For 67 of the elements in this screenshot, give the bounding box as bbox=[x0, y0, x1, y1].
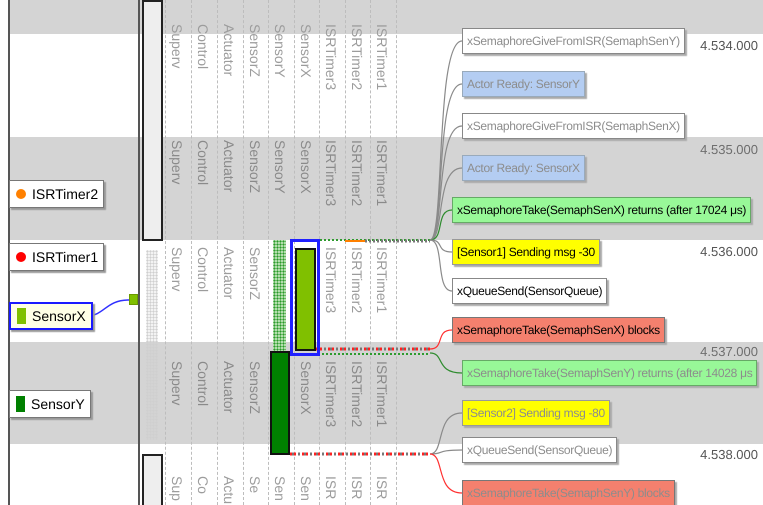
lane-label: Co bbox=[194, 476, 212, 494]
time-label: 4.538.000 bbox=[700, 447, 758, 463]
lane-label: Actuator bbox=[220, 247, 238, 300]
lane-label: ISR bbox=[348, 476, 366, 500]
actor-label[interactable]: SensorY bbox=[9, 390, 91, 418]
lane-label: SensorX bbox=[297, 361, 315, 415]
lane-label: ISRTimer2 bbox=[348, 24, 366, 90]
lane-label: Superv bbox=[168, 24, 186, 68]
lane-label: SensorZ bbox=[246, 24, 264, 77]
lane-label: SensorZ bbox=[246, 247, 264, 300]
event-label: xQueueSend(SensorQueue) bbox=[462, 437, 618, 463]
lane-label: Control bbox=[194, 361, 212, 406]
lane-label: ISRTimer3 bbox=[322, 361, 340, 428]
lane-label: ISRTimer3 bbox=[322, 247, 340, 314]
lane-label: ISRTimer3 bbox=[322, 140, 340, 206]
event-label: Actor Ready: SensorX bbox=[462, 155, 585, 181]
lane-label: ISRTimer1 bbox=[373, 247, 391, 314]
lane-label: Actu bbox=[220, 476, 238, 504]
lane-label: Actuator bbox=[220, 140, 238, 192]
event-label: [Sensor2] Sending msg -80 bbox=[462, 400, 610, 426]
lane-label: ISRTimer1 bbox=[373, 24, 391, 90]
lane-label: SensorZ bbox=[246, 361, 264, 414]
lane-label: Actuator bbox=[220, 361, 238, 414]
lane-label: Control bbox=[194, 140, 212, 186]
lane-label: ISRTimer2 bbox=[348, 247, 366, 314]
time-label: 4.534.000 bbox=[700, 38, 758, 54]
square-marker bbox=[129, 294, 138, 305]
time-label: 4.537.000 bbox=[700, 344, 758, 360]
lane-label: Actuator bbox=[220, 24, 238, 76]
event-label: xQueueSend(SensorQueue) bbox=[452, 278, 608, 304]
event-label: xSemaphoreGiveFromISR(SemaphSenY) bbox=[462, 28, 685, 54]
time-label: 4.536.000 bbox=[700, 244, 758, 260]
event-label: xSemaphoreTake(SemaphSenY) blocks bbox=[462, 480, 675, 505]
lane-label: Se bbox=[246, 476, 264, 494]
lane-label: Superv bbox=[168, 140, 186, 184]
time-label: 4.535.000 bbox=[700, 142, 758, 158]
lane-label: SensorX bbox=[297, 140, 315, 194]
lane-label: SensorZ bbox=[246, 140, 264, 193]
lane-label: Superv bbox=[168, 247, 186, 292]
actor-label[interactable]: SensorX bbox=[9, 302, 93, 330]
lane-label: Sen bbox=[297, 476, 315, 501]
leader-line bbox=[430, 352, 462, 374]
event-label: xSemaphoreTake(SemaphSenX) blocks bbox=[452, 317, 665, 343]
lane-label: SensorY bbox=[271, 24, 289, 78]
lane-label: ISRTimer1 bbox=[373, 140, 391, 206]
lane-label: ISRTimer1 bbox=[373, 361, 391, 428]
leader-line bbox=[430, 329, 452, 350]
event-label: xSemaphoreGiveFromISR(SemaphSenX) bbox=[462, 113, 685, 139]
actor-label[interactable]: ISRTimer1 bbox=[9, 243, 104, 271]
lane-label: Sen bbox=[271, 476, 289, 501]
lane-label: Sup bbox=[168, 476, 186, 501]
event-label: xSemaphoreTake(SemaphSenX) returns (after 17024 μs) bbox=[452, 197, 752, 223]
event-label: Actor Ready: SensorY bbox=[462, 71, 585, 97]
lane-label: ISRTimer3 bbox=[322, 24, 340, 90]
event-label: [Sensor1] Sending msg -30 bbox=[452, 239, 600, 265]
lane-label: ISRTimer2 bbox=[348, 140, 366, 206]
lane-label: Control bbox=[194, 247, 212, 292]
actor-label[interactable]: ISRTimer2 bbox=[9, 180, 104, 208]
lane-label: ISRTimer2 bbox=[348, 361, 366, 428]
lane-label: ISR bbox=[322, 476, 340, 500]
lane-block bbox=[142, 454, 163, 505]
event-label: xSemaphoreTake(SemaphSenY) returns (after 14028 μs bbox=[462, 360, 758, 386]
lane-label: ISR bbox=[373, 476, 391, 500]
lane-label: Control bbox=[194, 24, 212, 70]
lane-label: SensorY bbox=[271, 140, 289, 194]
lane-label: Superv bbox=[168, 361, 186, 406]
lane-label: SensorX bbox=[297, 24, 315, 78]
